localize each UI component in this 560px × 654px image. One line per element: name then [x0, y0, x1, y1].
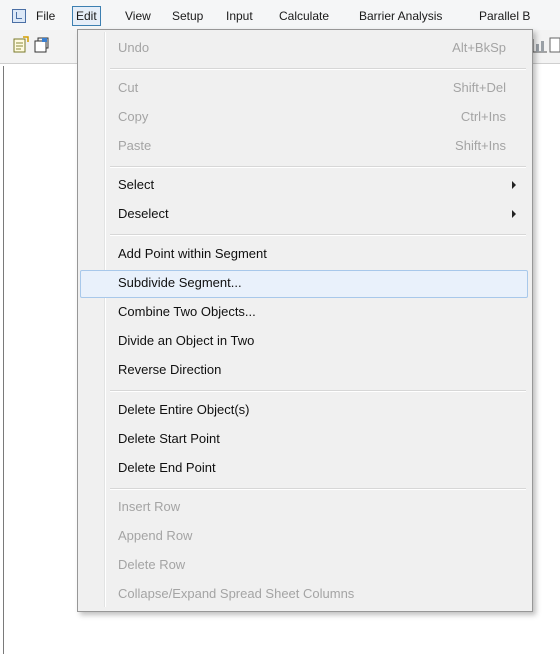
submenu-arrow-icon: [512, 181, 516, 189]
menu-separator: [110, 390, 526, 392]
menu-item-deselect[interactable]: Deselect: [80, 201, 528, 227]
menu-bar: File Edit View Setup Input Calculate Bar…: [0, 0, 560, 31]
app-document-icon[interactable]: [12, 9, 26, 23]
menu-item-delete-end-point[interactable]: Delete End Point: [80, 455, 528, 481]
submenu-arrow-icon: [512, 210, 516, 218]
menu-input[interactable]: Input: [226, 8, 253, 24]
menu-setup[interactable]: Setup: [172, 8, 203, 24]
menu-calculate[interactable]: Calculate: [279, 8, 329, 24]
menu-item-collapse-expand-columns[interactable]: Collapse/Expand Spread Sheet Columns: [80, 581, 528, 607]
menu-file[interactable]: File: [36, 8, 55, 24]
menu-item-append-row[interactable]: Append Row: [80, 523, 528, 549]
menu-item-undo[interactable]: Undo Alt+BkSp: [80, 35, 528, 61]
menu-separator: [110, 234, 526, 236]
menu-item-select[interactable]: Select: [80, 172, 528, 198]
page-icon[interactable]: [548, 35, 560, 55]
menu-parallel[interactable]: Parallel B: [479, 8, 530, 24]
menu-item-add-point[interactable]: Add Point within Segment: [80, 241, 528, 267]
menu-separator: [110, 488, 526, 490]
menu-barrier-analysis[interactable]: Barrier Analysis: [359, 8, 442, 24]
copy-object-icon[interactable]: [33, 36, 51, 54]
menu-item-copy[interactable]: Copy Ctrl+Ins: [80, 104, 528, 130]
menu-item-divide-object[interactable]: Divide an Object in Two: [80, 328, 528, 354]
menu-item-cut[interactable]: Cut Shift+Del: [80, 75, 528, 101]
menu-edit[interactable]: Edit: [72, 6, 101, 26]
new-object-icon[interactable]: [12, 36, 30, 54]
canvas-border: [3, 66, 4, 654]
menu-item-insert-row[interactable]: Insert Row: [80, 494, 528, 520]
chart-icon[interactable]: [530, 35, 550, 55]
menu-item-delete-entire-objects[interactable]: Delete Entire Object(s): [80, 397, 528, 423]
edit-menu-dropdown: Undo Alt+BkSp Cut Shift+Del Copy Ctrl+In…: [77, 29, 533, 612]
menu-item-delete-row[interactable]: Delete Row: [80, 552, 528, 578]
menu-separator: [110, 68, 526, 70]
menu-item-subdivide-segment[interactable]: Subdivide Segment...: [80, 270, 528, 298]
menu-separator: [110, 166, 526, 168]
menu-item-reverse-direction[interactable]: Reverse Direction: [80, 357, 528, 383]
menu-item-paste[interactable]: Paste Shift+Ins: [80, 133, 528, 159]
menu-view[interactable]: View: [125, 8, 151, 24]
menu-item-delete-start-point[interactable]: Delete Start Point: [80, 426, 528, 452]
menu-item-combine-objects[interactable]: Combine Two Objects...: [80, 299, 528, 325]
